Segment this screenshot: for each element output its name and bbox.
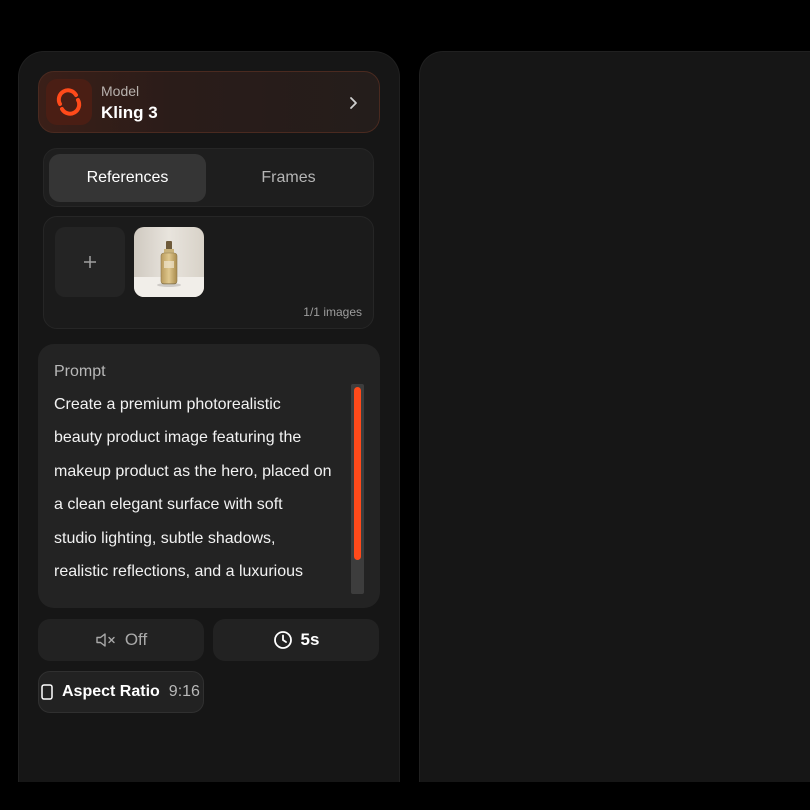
- tab-references[interactable]: References: [49, 154, 206, 202]
- perfume-bottle-thumbnail: [134, 227, 204, 297]
- reference-thumbnail[interactable]: [134, 227, 204, 297]
- reference-mode-tabs: References Frames: [43, 148, 374, 207]
- preview-canvas: [419, 51, 810, 782]
- tab-frames[interactable]: Frames: [210, 154, 367, 202]
- aspect-ratio-selector[interactable]: Aspect Ratio 9:16: [38, 671, 204, 713]
- portrait-frame-icon: [41, 684, 53, 700]
- chevron-right-icon: [350, 97, 357, 109]
- prompt-label: Prompt: [54, 363, 106, 380]
- aspect-ratio-label: Aspect Ratio: [62, 683, 160, 700]
- plus-icon: [84, 256, 96, 268]
- clock-icon: [273, 631, 292, 649]
- model-caption: Model: [101, 83, 140, 99]
- kling-logo-icon: [46, 79, 92, 125]
- prompt-input[interactable]: Create a premium photorealistic beauty p…: [54, 388, 354, 593]
- aspect-ratio-value: 9:16: [168, 683, 200, 700]
- model-selector[interactable]: Model Kling 3: [38, 71, 380, 133]
- duration-selector[interactable]: 5s: [213, 619, 379, 661]
- reference-images: 1/1 images: [43, 216, 374, 329]
- add-reference-button[interactable]: [55, 227, 125, 297]
- duration-label: 5s: [300, 630, 320, 649]
- model-name: Kling 3: [101, 103, 158, 122]
- image-count: 1/1 images: [303, 305, 362, 319]
- prompt-scrollbar[interactable]: [351, 384, 364, 594]
- sound-label: Off: [124, 630, 148, 649]
- sound-toggle[interactable]: Off: [38, 619, 204, 661]
- prompt-box[interactable]: Prompt Create a premium photorealistic b…: [38, 344, 380, 608]
- speaker-muted-icon: [96, 633, 115, 647]
- prompt-scrollbar-thumb[interactable]: [354, 387, 361, 560]
